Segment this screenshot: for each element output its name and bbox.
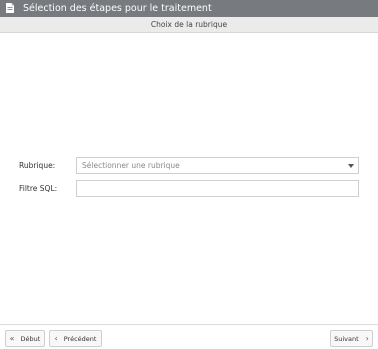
rubrique-placeholder: Sélectionner une rubrique xyxy=(82,161,180,170)
suivant-button[interactable]: Suivant › xyxy=(330,330,373,347)
suivant-label: Suivant xyxy=(334,334,359,343)
debut-button[interactable]: « Début xyxy=(5,330,45,347)
filtre-sql-input[interactable] xyxy=(82,181,358,196)
precedent-button[interactable]: ‹ Précédent xyxy=(49,330,102,347)
filtre-row: Filtre SQL: xyxy=(0,180,378,197)
filtre-sql-label: Filtre SQL: xyxy=(19,184,58,193)
document-icon xyxy=(6,3,16,14)
chevron-left-icon: ‹ xyxy=(54,333,58,343)
rubrique-row: Rubrique: Sélectionner une rubrique xyxy=(0,157,378,174)
double-chevron-left-icon: « xyxy=(9,333,15,343)
precedent-label: Précédent xyxy=(63,334,97,343)
caret-down-icon[interactable] xyxy=(348,164,354,168)
window-title: Sélection des étapes pour le traitement xyxy=(23,3,212,14)
debut-label: Début xyxy=(20,334,41,343)
filtre-sql-field-wrapper xyxy=(76,180,359,197)
rubrique-select[interactable]: Sélectionner une rubrique xyxy=(76,157,359,174)
window-titlebar: Sélection des étapes pour le traitement xyxy=(0,0,378,17)
wizard-footer: « Début ‹ Précédent Suivant › xyxy=(0,324,378,349)
chevron-right-icon: › xyxy=(365,333,369,343)
step-title: Choix de la rubrique xyxy=(150,20,228,29)
step-header: Choix de la rubrique xyxy=(0,17,378,33)
rubrique-label: Rubrique: xyxy=(19,161,56,170)
